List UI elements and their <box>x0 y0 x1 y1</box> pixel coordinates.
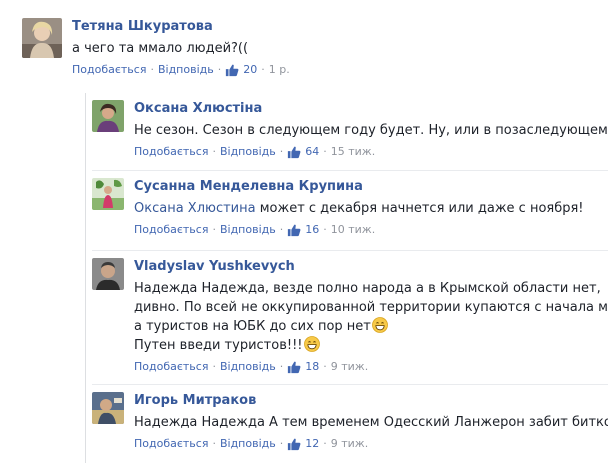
comment-actions: Подобається · Відповідь · 20 · 1 р. <box>72 62 290 78</box>
like-link[interactable]: Подобається <box>134 144 208 160</box>
thumbs-up-icon <box>287 437 301 451</box>
thumbs-up-icon <box>225 63 239 77</box>
timestamp[interactable]: 10 тиж. <box>331 222 375 238</box>
comment-actions: Подобається · Відповідь · 64 · 15 тиж. <box>134 144 608 160</box>
comment-author[interactable]: Тетяна Шкуратова <box>72 18 290 35</box>
reply-link[interactable]: Відповідь <box>220 436 276 452</box>
like-count[interactable]: 64 <box>287 144 319 160</box>
avatar[interactable] <box>92 178 124 210</box>
comment-line-with-emoji: Путен введи туристов!!! <box>134 336 608 355</box>
comment-line-text: Путен введи туристов!!! <box>134 338 303 353</box>
comment-line: дивно. По всей не оккупированной террито… <box>134 300 608 315</box>
like-count[interactable]: 20 <box>225 62 257 78</box>
separator: · <box>150 63 154 76</box>
timestamp[interactable]: 9 тиж. <box>331 436 368 452</box>
avatar[interactable] <box>92 100 124 132</box>
separator: · <box>212 360 216 373</box>
comment-text: Оксана Хлюстина может с декабря начнется… <box>134 199 584 218</box>
like-count-value: 20 <box>243 63 258 76</box>
like-link[interactable]: Подобається <box>134 359 208 375</box>
like-count[interactable]: 18 <box>287 359 319 375</box>
thumbs-up-icon <box>287 145 301 159</box>
avatar[interactable] <box>92 258 124 290</box>
comment-author[interactable]: Vladyslav Yushkevych <box>134 258 608 275</box>
divider <box>92 250 608 251</box>
comment-author[interactable]: Игорь Митраков <box>134 392 608 409</box>
comment-text-body: может с декабря начнется или даже с нояб… <box>255 201 584 216</box>
like-count-value: 18 <box>305 360 320 373</box>
timestamp[interactable]: 15 тиж. <box>331 144 375 160</box>
divider <box>92 170 608 171</box>
reply-comment: Vladyslav Yushkevych Надежда Надежда, ве… <box>92 258 608 375</box>
separator: · <box>261 63 265 76</box>
like-link[interactable]: Подобається <box>134 436 208 452</box>
like-count[interactable]: 12 <box>287 436 319 452</box>
separator: · <box>212 145 216 158</box>
reply-comment: Оксана Хлюстіна Не сезон. Сезон в следую… <box>92 100 608 160</box>
comment-line-with-emoji: а туристов на ЮБК до сих пор нет <box>134 317 608 336</box>
separator: · <box>212 437 216 450</box>
reply-link[interactable]: Відповідь <box>158 62 214 78</box>
timestamp[interactable]: 1 р. <box>269 62 290 78</box>
reply-link[interactable]: Відповідь <box>220 144 276 160</box>
comment-actions: Подобається · Відповідь · 18 · 9 тиж. <box>134 359 608 375</box>
reply-link[interactable]: Відповідь <box>220 359 276 375</box>
comment-text: а чего та ммало людей?(( <box>72 41 249 56</box>
comment-actions: Подобається · Відповідь · 16 · 10 тиж. <box>134 222 584 238</box>
separator: · <box>279 360 284 373</box>
comment-top-level: Тетяна Шкуратова а чего та ммало людей?(… <box>22 18 290 78</box>
comment-text: Надежда Надежда, везде полно народа а в … <box>134 279 608 355</box>
like-count-value: 12 <box>305 437 320 450</box>
thumbs-up-icon <box>287 360 301 374</box>
comment-line-text: а туристов на ЮБК до сих пор нет <box>134 319 371 334</box>
like-link[interactable]: Подобається <box>134 222 208 238</box>
comment-text: Надежда Надежда А тем временем Одесский … <box>134 415 608 430</box>
replies-thread-line <box>85 93 86 463</box>
separator: · <box>217 63 222 76</box>
like-count[interactable]: 16 <box>287 222 319 238</box>
separator: · <box>279 145 284 158</box>
comment-text: Не сезон. Сезон в следующем году будет. … <box>134 123 608 138</box>
grinning-face-icon <box>304 336 320 352</box>
comment-author[interactable]: Оксана Хлюстіна <box>134 100 608 117</box>
timestamp[interactable]: 9 тиж. <box>331 359 368 375</box>
divider <box>92 384 608 385</box>
avatar[interactable] <box>22 18 62 58</box>
avatar[interactable] <box>92 392 124 424</box>
separator: · <box>279 437 284 450</box>
separator: · <box>323 360 327 373</box>
like-count-value: 64 <box>305 145 320 158</box>
like-link[interactable]: Подобається <box>72 62 146 78</box>
reply-comment: Сусанна Менделевна Крупина Оксана Хлюсти… <box>92 178 584 238</box>
comment-actions: Подобається · Відповідь · 12 · 9 тиж. <box>134 436 608 452</box>
reply-comment: Игорь Митраков Надежда Надежда А тем вре… <box>92 392 608 452</box>
separator: · <box>323 145 327 158</box>
separator: · <box>323 223 327 236</box>
thumbs-up-icon <box>287 223 301 237</box>
separator: · <box>279 223 284 236</box>
comment-author[interactable]: Сусанна Менделевна Крупина <box>134 178 584 195</box>
mention-link[interactable]: Оксана Хлюстина <box>134 201 256 216</box>
grinning-face-icon <box>372 317 388 333</box>
separator: · <box>323 437 327 450</box>
comment-line: Надежда Надежда, везде полно народа а в … <box>134 281 601 296</box>
reply-link[interactable]: Відповідь <box>220 222 276 238</box>
like-count-value: 16 <box>305 223 320 236</box>
separator: · <box>212 223 216 236</box>
